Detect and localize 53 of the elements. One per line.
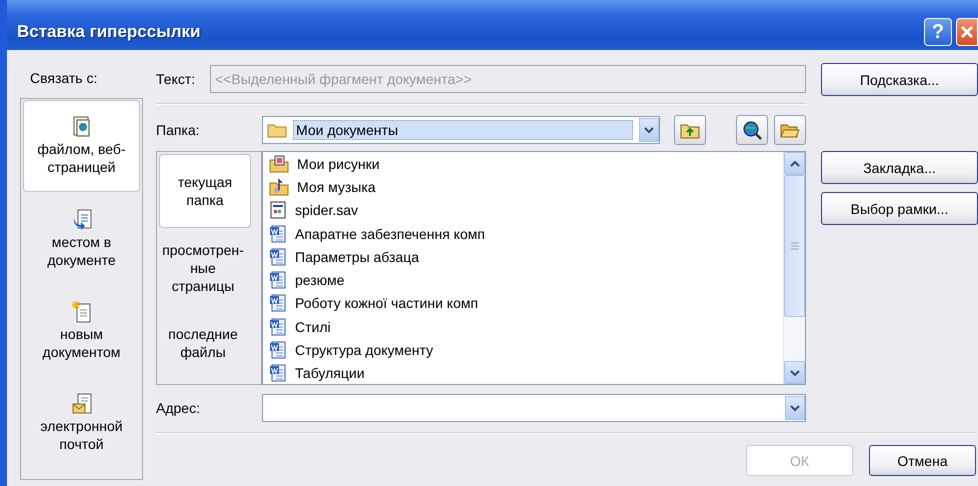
document-arrow-icon [72, 209, 92, 231]
scroll-up-icon[interactable] [790, 160, 800, 168]
bookmark-button[interactable]: Закладка... [821, 151, 978, 184]
scrollbar[interactable] [783, 152, 805, 384]
music-folder-icon [269, 178, 289, 196]
browse-tab[interactable]: просмотрен-ные страницы [157, 230, 249, 305]
screen-tip-button[interactable]: Подсказка... [821, 63, 978, 96]
cancel-button[interactable]: Отмена [869, 445, 976, 476]
file-item[interactable]: spider.sav [269, 198, 783, 222]
link-to-label: Связать с: [30, 70, 98, 88]
folder-dropdown[interactable]: Мои документы [262, 116, 660, 144]
close-icon [960, 25, 974, 39]
word-document-icon [269, 364, 287, 382]
file-item[interactable]: Стилі [269, 315, 783, 338]
email-document-icon [72, 393, 92, 415]
target-frame-button[interactable]: Выбор рамки... [821, 192, 978, 225]
word-document-icon [269, 318, 287, 336]
browse-tab[interactable]: последние файлы [157, 305, 249, 380]
new-document-icon [72, 301, 92, 323]
link-type-item[interactable]: местом в документе [21, 193, 142, 285]
file-item[interactable]: Параметры абзаца [269, 245, 783, 268]
file-item[interactable]: Роботу кожної частини комп [269, 292, 783, 316]
link-type-item[interactable]: электронной почтой [21, 377, 142, 469]
open-folder-button[interactable] [774, 115, 806, 145]
file-item[interactable]: Моя музыка [269, 175, 783, 199]
file-item[interactable]: резюме [269, 268, 783, 292]
file-item[interactable]: Мои рисунки [269, 152, 783, 176]
link-type-item[interactable]: новым документом [21, 285, 142, 377]
browse-tab[interactable]: текущая папка [159, 154, 251, 228]
folder-label: Папка: [156, 122, 201, 138]
up-folder-button[interactable] [674, 115, 706, 145]
scroll-down-icon[interactable] [790, 368, 800, 376]
link-type-item[interactable]: файлом, веб-страницей [23, 100, 140, 192]
window-title: Вставка гиперссылки [17, 22, 200, 42]
word-document-icon [269, 271, 287, 290]
word-document-icon [269, 294, 287, 312]
address-label: Адрес: [156, 400, 201, 416]
web-page-icon [72, 116, 90, 138]
word-document-icon [269, 224, 287, 243]
folder-icon [267, 122, 287, 138]
pictures-folder-icon [269, 154, 289, 173]
address-field[interactable] [262, 394, 806, 422]
globe-search-icon [742, 120, 762, 140]
web-search-button[interactable] [736, 115, 768, 145]
text-label: Текст: [156, 71, 196, 87]
file-item[interactable]: Табуляции [269, 362, 783, 384]
file-item[interactable]: Апаратне забезпечення комп [269, 222, 783, 246]
word-document-icon [269, 248, 287, 266]
application-file-icon [269, 201, 287, 220]
close-button[interactable] [956, 18, 978, 46]
file-item[interactable]: Структура документу [269, 338, 783, 362]
grip-icon [790, 242, 798, 250]
word-document-icon [269, 341, 287, 360]
